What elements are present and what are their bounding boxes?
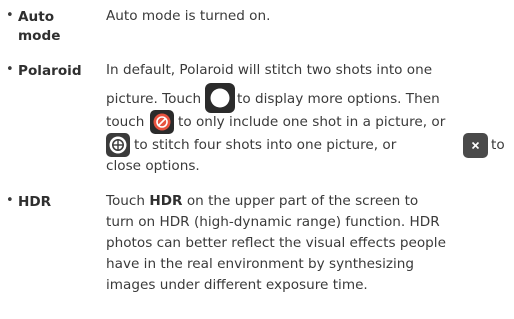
bullet: • bbox=[6, 8, 14, 23]
desc-line: photos can better reflect the visual eff… bbox=[106, 235, 446, 251]
bullet: • bbox=[6, 193, 14, 208]
single-shot-icon bbox=[150, 110, 174, 134]
circle-options-icon bbox=[205, 83, 235, 113]
desc-line: close options. bbox=[106, 158, 200, 174]
desc-line: have in the real environment by synthesi… bbox=[106, 256, 415, 272]
desc-line: touch bbox=[106, 114, 145, 130]
desc-line: to only include one shot in a picture, o… bbox=[178, 114, 446, 130]
desc-line: In default, Polaroid will stitch two sho… bbox=[106, 62, 433, 78]
desc-line: turn on HDR (high-dynamic range) functio… bbox=[106, 214, 440, 230]
desc-line: to display more options. Then bbox=[237, 91, 440, 107]
desc-hdr: Touch HDR on the upper part of the scree… bbox=[106, 193, 502, 303]
desc-line: Touch HDR on the upper part of the scree… bbox=[106, 193, 419, 209]
desc-line: picture. Touch bbox=[106, 91, 202, 107]
term-auto-mode: Auto mode bbox=[18, 9, 61, 44]
desc-line: to stitch four shots into one picture, o… bbox=[134, 137, 397, 153]
four-shots-icon bbox=[106, 133, 130, 157]
close-options-icon bbox=[463, 133, 488, 158]
bullet: • bbox=[6, 62, 14, 77]
hdr-keyword: HDR bbox=[149, 193, 183, 209]
term-hdr: HDR bbox=[18, 194, 52, 210]
desc-line: images under different exposure time. bbox=[106, 277, 368, 293]
term-polaroid: Polaroid bbox=[18, 63, 82, 79]
desc-line: Auto mode is turned on. bbox=[106, 8, 271, 24]
desc-polaroid: In default, Polaroid will stitch two sho… bbox=[106, 62, 505, 174]
desc-line: to bbox=[491, 137, 505, 153]
